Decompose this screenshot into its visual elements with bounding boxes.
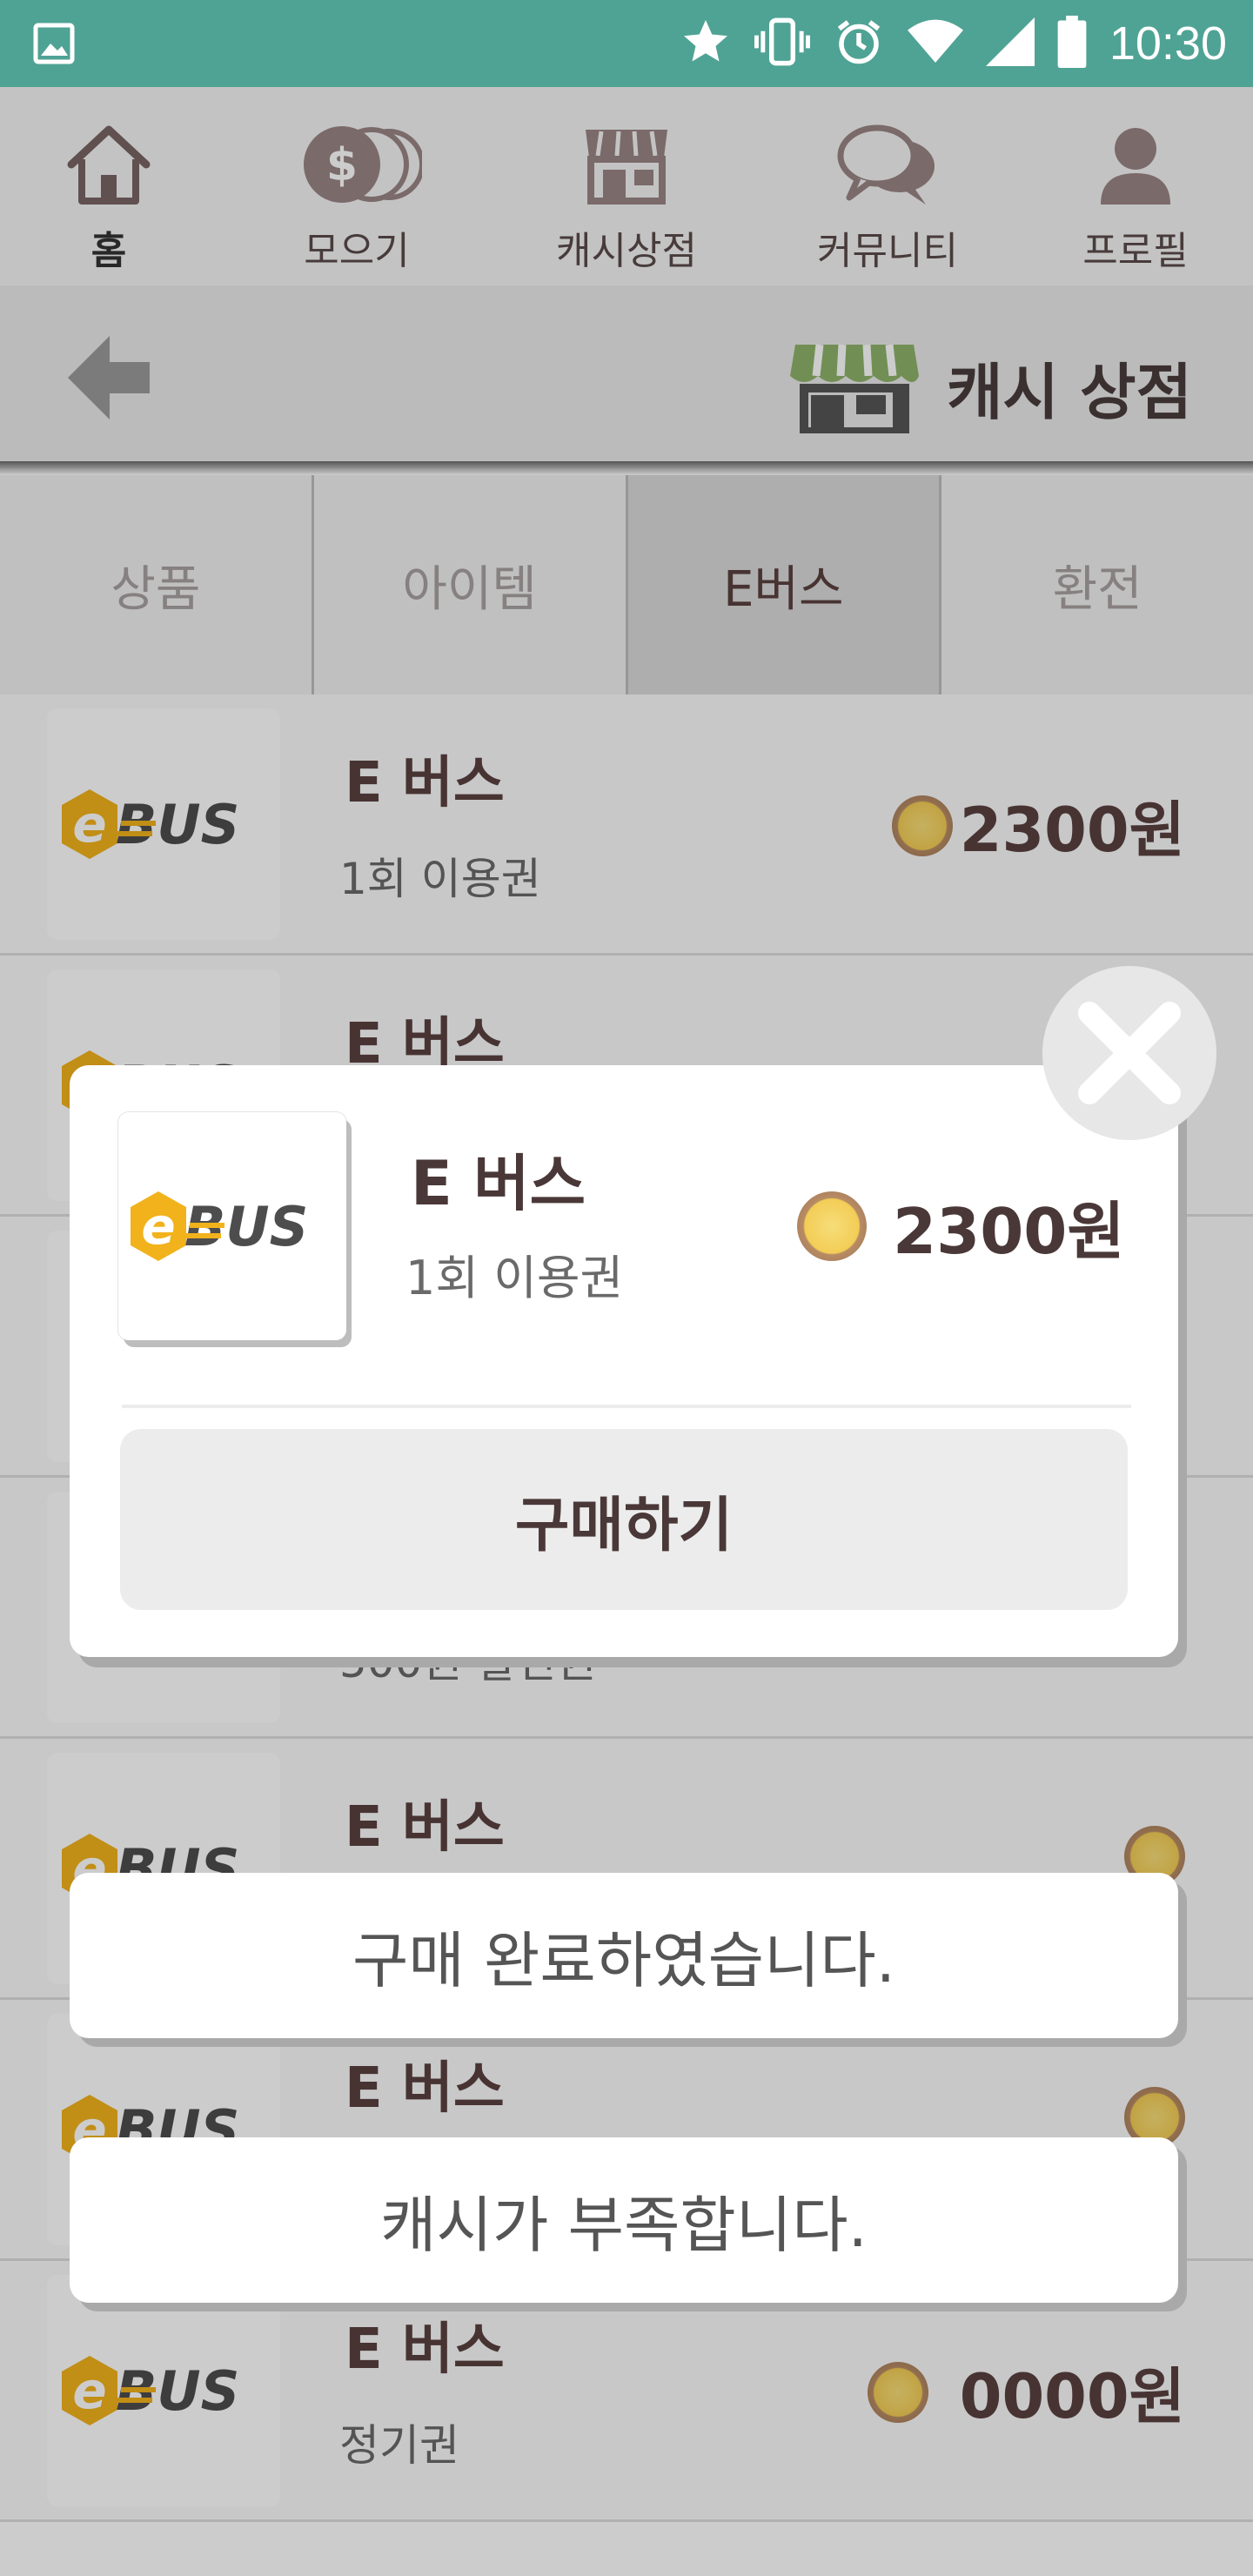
status-bar: 10:30 xyxy=(0,0,1253,87)
coin-icon xyxy=(797,1191,867,1261)
dialog-price-value: 2300원 xyxy=(893,1195,1125,1268)
svg-text:e: e xyxy=(141,1197,175,1256)
wifi-icon xyxy=(907,17,963,70)
toast-insufficient-cash: 캐시가 부족합니다. xyxy=(70,2137,1178,2303)
dialog-item-price: 2300원 xyxy=(797,1180,1125,1271)
ebus-logo: eBUS xyxy=(118,1112,346,1340)
toast-purchase-complete: 구매 완료하였습니다. xyxy=(70,1873,1178,2038)
battery-icon xyxy=(1057,16,1087,71)
alarm-icon xyxy=(833,16,885,71)
close-icon[interactable] xyxy=(1042,966,1216,1140)
buy-button[interactable]: 구매하기 xyxy=(120,1429,1128,1610)
status-time: 10:30 xyxy=(1109,17,1227,70)
vibrate-icon xyxy=(754,16,810,71)
signal-icon xyxy=(985,17,1035,70)
dialog-item-title: E 버스 xyxy=(411,1148,586,1219)
purchase-dialog: e BUS E 버스 1회 이용권 2300원 구매하기 xyxy=(70,1065,1178,1657)
image-icon xyxy=(33,23,75,68)
star-icon xyxy=(680,16,732,71)
dialog-divider xyxy=(122,1405,1131,1408)
dialog-item-subtitle: 1회 이용권 xyxy=(405,1251,624,1305)
